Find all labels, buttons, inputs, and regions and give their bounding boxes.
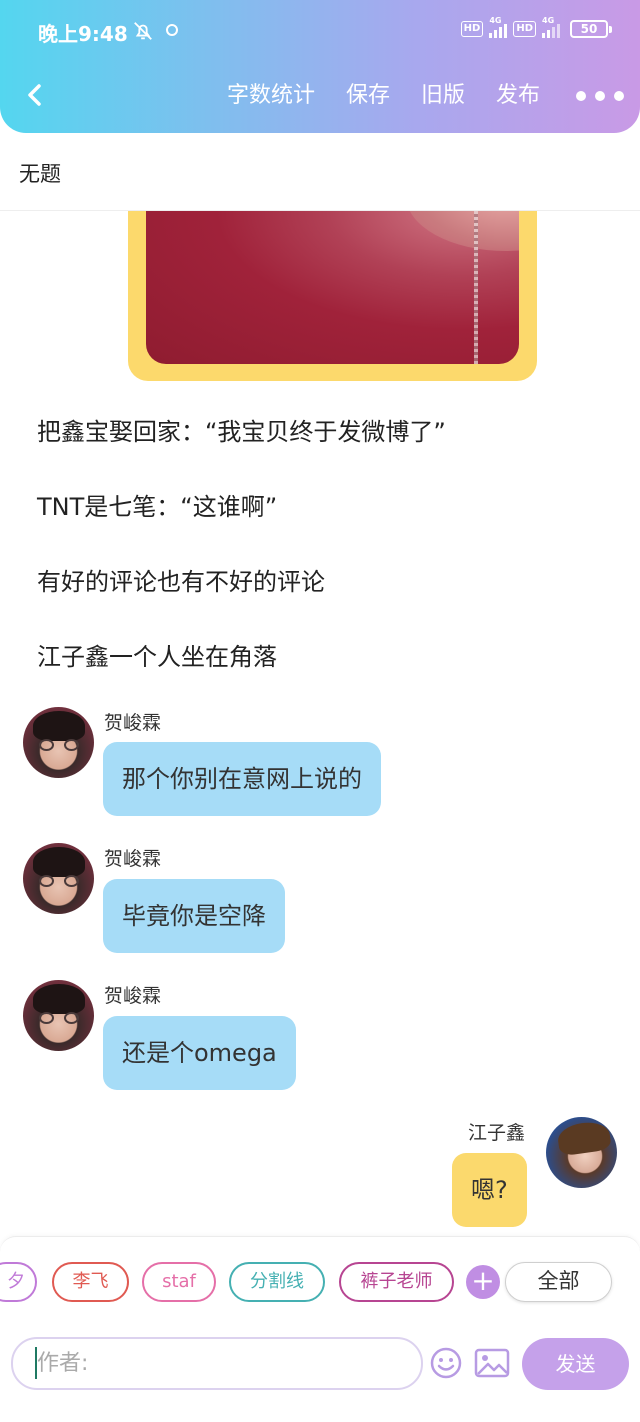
publish-button[interactable]: 发布 [496,80,540,112]
narration-line: 有好的评论也有不好的评论 [37,568,325,596]
hd-badge: HD [513,21,536,37]
story-image-card[interactable] [128,211,537,381]
speaker-name: 贺峻霖 [104,848,162,870]
character-chip[interactable]: 裤子老师 [339,1262,454,1302]
narration-line: TNT是七笔：“这谁啊” [37,493,278,521]
status-indicators: HD 4G HD 4G 50 [460,16,612,38]
character-chip[interactable]: 分割线 [229,1262,325,1302]
message-bubble[interactable]: 还是个omega [103,1016,296,1090]
send-button[interactable]: 发送 [522,1338,629,1390]
story-image [146,211,519,364]
status-time: 晚上9:48 [38,22,128,46]
add-character-button[interactable]: + [466,1265,500,1299]
text-caret [35,1347,37,1379]
narration-line: 把鑫宝娶回家：“我宝贝终于发微博了” [37,418,446,446]
top-app-bar: 晚上9:48 HD 4G HD 4G 50 字数统计 保存 旧版 发布 [0,0,640,133]
character-chip[interactable]: staf [142,1262,216,1302]
document-title[interactable]: 无题 [19,158,61,188]
message-bubble[interactable]: 毕竟你是空降 [103,879,285,953]
speaker-name: 贺峻霖 [104,712,162,734]
image-icon[interactable] [474,1348,510,1378]
battery-icon: 50 [570,20,612,38]
word-count-button[interactable]: 字数统计 [227,80,315,112]
author-input[interactable]: 作者: [11,1337,423,1390]
more-options-icon[interactable] [576,80,624,112]
network-type-label: 4G [489,16,502,25]
narration-line: 江子鑫一个人坐在角落 [37,643,277,671]
speaker-name: 贺峻霖 [104,985,162,1007]
speaker-name: 江子鑫 [468,1122,526,1144]
network-type-label: 4G [542,16,555,25]
message-bubble[interactable]: 那个你别在意网上说的 [103,742,381,816]
message-bubble[interactable]: 嗯? [452,1153,527,1227]
old-version-button[interactable]: 旧版 [421,80,465,112]
hd-badge: HD [460,21,484,37]
avatar[interactable] [23,843,94,914]
back-arrow-icon[interactable] [20,80,50,110]
header-toolbar: 字数统计 保存 旧版 发布 [196,80,624,112]
signal-icon: 4G [542,16,560,38]
save-button[interactable]: 保存 [346,80,390,112]
bell-muted-icon [134,22,152,40]
character-chip[interactable]: 李飞 [52,1262,129,1302]
all-characters-button[interactable]: 全部 [505,1262,612,1302]
avatar[interactable] [23,707,94,778]
emoji-icon[interactable] [429,1346,463,1380]
signal-icon: 4G [489,16,508,38]
status-dot-icon [166,24,178,36]
avatar[interactable] [546,1117,617,1188]
avatar[interactable] [23,980,94,1051]
